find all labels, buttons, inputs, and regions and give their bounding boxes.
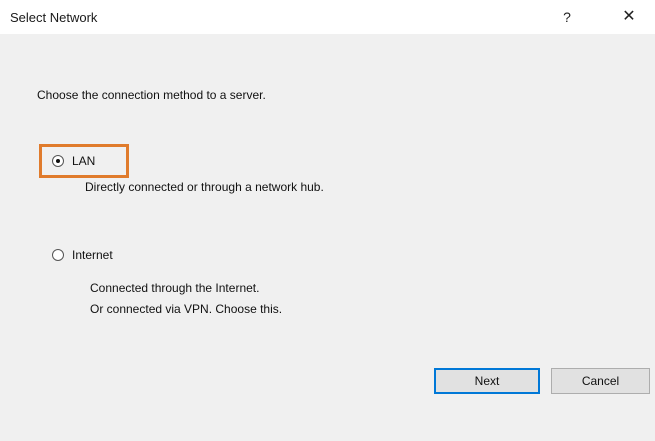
instruction-text: Choose the connection method to a server… bbox=[37, 88, 266, 102]
lan-option[interactable]: LAN bbox=[52, 154, 95, 168]
next-button[interactable]: Next bbox=[434, 368, 540, 394]
close-icon[interactable]: ✕ bbox=[613, 4, 645, 30]
title-bar: Select Network ? ✕ bbox=[0, 0, 655, 34]
select-network-dialog: Select Network ? ✕ Choose the connection… bbox=[0, 0, 655, 441]
internet-description-line-1: Connected through the Internet. bbox=[90, 281, 260, 295]
internet-radio-button[interactable] bbox=[52, 249, 64, 261]
cancel-button[interactable]: Cancel bbox=[551, 368, 650, 394]
lan-description: Directly connected or through a network … bbox=[85, 180, 324, 194]
lan-radio-button[interactable] bbox=[52, 155, 64, 167]
internet-option[interactable]: Internet bbox=[52, 248, 113, 262]
internet-description-line-2: Or connected via VPN. Choose this. bbox=[90, 302, 283, 316]
lan-label: LAN bbox=[72, 154, 96, 168]
window-title: Select Network bbox=[10, 10, 98, 25]
internet-label: Internet bbox=[72, 248, 113, 262]
dialog-body: Choose the connection method to a server… bbox=[0, 34, 655, 441]
help-icon[interactable]: ? bbox=[553, 4, 581, 30]
